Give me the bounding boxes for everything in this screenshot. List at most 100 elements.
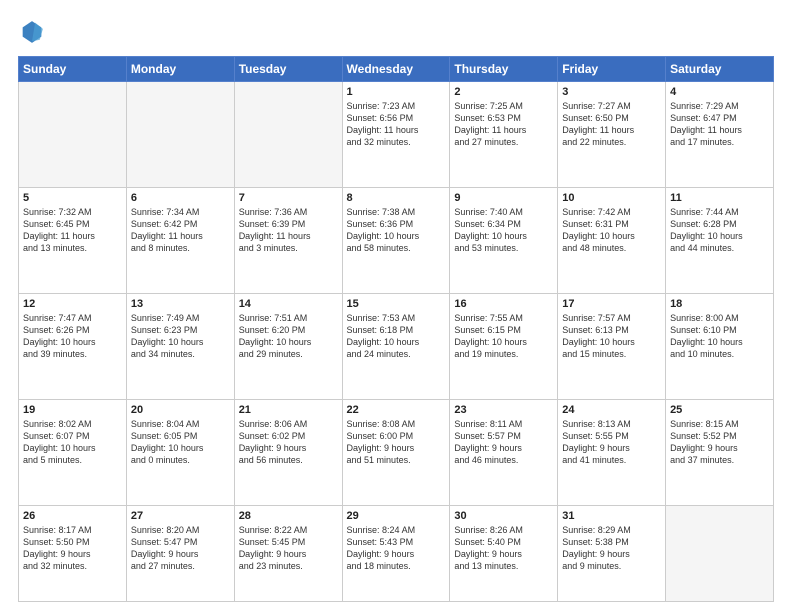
day-info: Sunrise: 8:26 AM Sunset: 5:40 PM Dayligh…: [454, 524, 553, 573]
day-info: Sunrise: 8:29 AM Sunset: 5:38 PM Dayligh…: [562, 524, 661, 573]
calendar-cell: 11 Sunrise: 7:44 AM Sunset: 6:28 PM Dayli…: [666, 187, 774, 293]
calendar-cell: 30 Sunrise: 8:26 AM Sunset: 5:40 PM Dayli…: [450, 505, 558, 601]
calendar-cell: 7 Sunrise: 7:36 AM Sunset: 6:39 PM Daylig…: [234, 187, 342, 293]
day-number: 10: [562, 192, 661, 204]
day-info: Sunrise: 7:51 AM Sunset: 6:20 PM Dayligh…: [239, 312, 338, 361]
calendar-cell: 12 Sunrise: 7:47 AM Sunset: 6:26 PM Dayli…: [19, 293, 127, 399]
calendar-header-row: SundayMondayTuesdayWednesdayThursdayFrid…: [19, 57, 774, 82]
day-info: Sunrise: 8:22 AM Sunset: 5:45 PM Dayligh…: [239, 524, 338, 573]
day-info: Sunrise: 7:55 AM Sunset: 6:15 PM Dayligh…: [454, 312, 553, 361]
calendar-cell: 13 Sunrise: 7:49 AM Sunset: 6:23 PM Dayli…: [126, 293, 234, 399]
calendar-cell: 16 Sunrise: 7:55 AM Sunset: 6:15 PM Dayli…: [450, 293, 558, 399]
calendar-cell: 3 Sunrise: 7:27 AM Sunset: 6:50 PM Daylig…: [558, 82, 666, 188]
calendar-cell: 15 Sunrise: 7:53 AM Sunset: 6:18 PM Dayli…: [342, 293, 450, 399]
day-number: 12: [23, 298, 122, 310]
day-number: 15: [347, 298, 446, 310]
day-number: 1: [347, 86, 446, 98]
day-number: 24: [562, 404, 661, 416]
calendar-week-0: 1 Sunrise: 7:23 AM Sunset: 6:56 PM Daylig…: [19, 82, 774, 188]
calendar-cell: 23Sunrise: 8:11 AM Sunset: 5:57 PM Dayli…: [450, 399, 558, 505]
day-number: 2: [454, 86, 553, 98]
day-number: 7: [239, 192, 338, 204]
day-header-thursday: Thursday: [450, 57, 558, 82]
day-info: Sunrise: 7:36 AM Sunset: 6:39 PM Dayligh…: [239, 206, 338, 255]
calendar-cell: [126, 82, 234, 188]
day-info: Sunrise: 8:15 AM Sunset: 5:52 PM Dayligh…: [670, 418, 769, 467]
day-number: 28: [239, 510, 338, 522]
day-number: 27: [131, 510, 230, 522]
day-info: Sunrise: 7:49 AM Sunset: 6:23 PM Dayligh…: [131, 312, 230, 361]
calendar-week-2: 12 Sunrise: 7:47 AM Sunset: 6:26 PM Dayli…: [19, 293, 774, 399]
page: SundayMondayTuesdayWednesdayThursdayFrid…: [0, 0, 792, 612]
day-info: Sunrise: 8:17 AM Sunset: 5:50 PM Dayligh…: [23, 524, 122, 573]
day-number: 29: [347, 510, 446, 522]
day-number: 26: [23, 510, 122, 522]
day-header-saturday: Saturday: [666, 57, 774, 82]
day-number: 18: [670, 298, 769, 310]
day-number: 14: [239, 298, 338, 310]
day-number: 6: [131, 192, 230, 204]
calendar-cell: 5Sunrise: 7:32 AM Sunset: 6:45 PM Daylig…: [19, 187, 127, 293]
day-number: 31: [562, 510, 661, 522]
day-number: 30: [454, 510, 553, 522]
calendar-cell: [666, 505, 774, 601]
day-number: 11: [670, 192, 769, 204]
day-info: Sunrise: 8:20 AM Sunset: 5:47 PM Dayligh…: [131, 524, 230, 573]
day-number: 5: [23, 192, 122, 204]
calendar-cell: 4 Sunrise: 7:29 AM Sunset: 6:47 PM Daylig…: [666, 82, 774, 188]
day-info: Sunrise: 7:27 AM Sunset: 6:50 PM Dayligh…: [562, 100, 661, 149]
day-number: 17: [562, 298, 661, 310]
calendar-cell: 18 Sunrise: 8:00 AM Sunset: 6:10 PM Dayli…: [666, 293, 774, 399]
calendar-cell: 29Sunrise: 8:24 AM Sunset: 5:43 PM Dayli…: [342, 505, 450, 601]
day-number: 16: [454, 298, 553, 310]
calendar-cell: 1 Sunrise: 7:23 AM Sunset: 6:56 PM Daylig…: [342, 82, 450, 188]
day-info: Sunrise: 7:44 AM Sunset: 6:28 PM Dayligh…: [670, 206, 769, 255]
day-info: Sunrise: 7:25 AM Sunset: 6:53 PM Dayligh…: [454, 100, 553, 149]
day-number: 9: [454, 192, 553, 204]
day-number: 8: [347, 192, 446, 204]
day-header-tuesday: Tuesday: [234, 57, 342, 82]
day-info: Sunrise: 8:04 AM Sunset: 6:05 PM Dayligh…: [131, 418, 230, 467]
day-number: 23: [454, 404, 553, 416]
calendar-cell: 19 Sunrise: 8:02 AM Sunset: 6:07 PM Dayli…: [19, 399, 127, 505]
day-info: Sunrise: 7:40 AM Sunset: 6:34 PM Dayligh…: [454, 206, 553, 255]
calendar-cell: 31 Sunrise: 8:29 AM Sunset: 5:38 PM Dayli…: [558, 505, 666, 601]
calendar: SundayMondayTuesdayWednesdayThursdayFrid…: [18, 56, 774, 602]
calendar-cell: [234, 82, 342, 188]
day-info: Sunrise: 7:53 AM Sunset: 6:18 PM Dayligh…: [347, 312, 446, 361]
day-info: Sunrise: 8:06 AM Sunset: 6:02 PM Dayligh…: [239, 418, 338, 467]
day-number: 25: [670, 404, 769, 416]
day-number: 3: [562, 86, 661, 98]
day-header-monday: Monday: [126, 57, 234, 82]
calendar-cell: 24Sunrise: 8:13 AM Sunset: 5:55 PM Dayli…: [558, 399, 666, 505]
day-info: Sunrise: 8:00 AM Sunset: 6:10 PM Dayligh…: [670, 312, 769, 361]
calendar-week-1: 5Sunrise: 7:32 AM Sunset: 6:45 PM Daylig…: [19, 187, 774, 293]
calendar-cell: 6Sunrise: 7:34 AM Sunset: 6:42 PM Daylig…: [126, 187, 234, 293]
day-header-friday: Friday: [558, 57, 666, 82]
calendar-cell: 22 Sunrise: 8:08 AM Sunset: 6:00 PM Dayli…: [342, 399, 450, 505]
calendar-cell: 28 Sunrise: 8:22 AM Sunset: 5:45 PM Dayli…: [234, 505, 342, 601]
day-info: Sunrise: 7:23 AM Sunset: 6:56 PM Dayligh…: [347, 100, 446, 149]
day-number: 13: [131, 298, 230, 310]
calendar-cell: 20 Sunrise: 8:04 AM Sunset: 6:05 PM Dayli…: [126, 399, 234, 505]
day-info: Sunrise: 8:08 AM Sunset: 6:00 PM Dayligh…: [347, 418, 446, 467]
calendar-cell: 21 Sunrise: 8:06 AM Sunset: 6:02 PM Dayli…: [234, 399, 342, 505]
calendar-cell: 2 Sunrise: 7:25 AM Sunset: 6:53 PM Daylig…: [450, 82, 558, 188]
calendar-week-4: 26 Sunrise: 8:17 AM Sunset: 5:50 PM Dayli…: [19, 505, 774, 601]
day-number: 22: [347, 404, 446, 416]
day-info: Sunrise: 7:29 AM Sunset: 6:47 PM Dayligh…: [670, 100, 769, 149]
calendar-week-3: 19 Sunrise: 8:02 AM Sunset: 6:07 PM Dayli…: [19, 399, 774, 505]
day-number: 19: [23, 404, 122, 416]
day-header-sunday: Sunday: [19, 57, 127, 82]
day-info: Sunrise: 8:02 AM Sunset: 6:07 PM Dayligh…: [23, 418, 122, 467]
day-number: 20: [131, 404, 230, 416]
day-number: 21: [239, 404, 338, 416]
day-info: Sunrise: 7:47 AM Sunset: 6:26 PM Dayligh…: [23, 312, 122, 361]
calendar-cell: 17Sunrise: 7:57 AM Sunset: 6:13 PM Dayli…: [558, 293, 666, 399]
day-info: Sunrise: 7:42 AM Sunset: 6:31 PM Dayligh…: [562, 206, 661, 255]
logo: [18, 18, 50, 46]
day-number: 4: [670, 86, 769, 98]
calendar-cell: [19, 82, 127, 188]
calendar-cell: 27 Sunrise: 8:20 AM Sunset: 5:47 PM Dayli…: [126, 505, 234, 601]
calendar-cell: 10 Sunrise: 7:42 AM Sunset: 6:31 PM Dayli…: [558, 187, 666, 293]
